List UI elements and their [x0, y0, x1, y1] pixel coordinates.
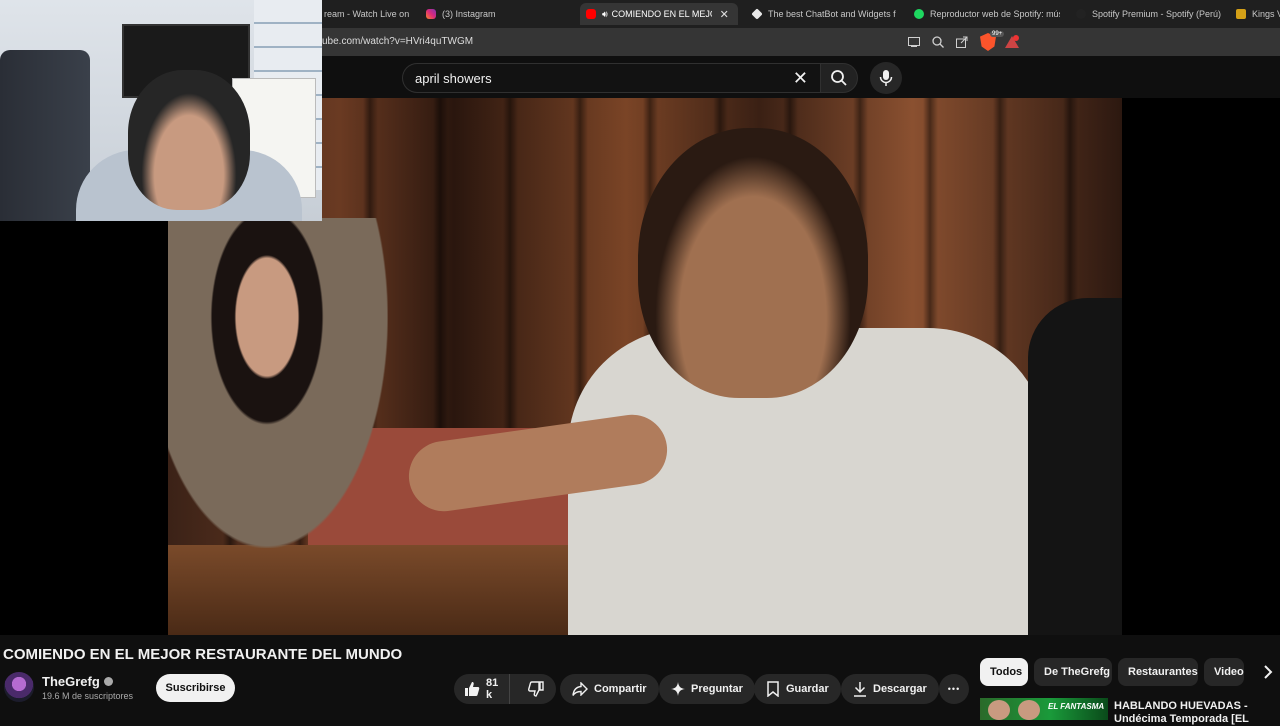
chip-videos[interactable]: Videos — [1204, 658, 1244, 686]
extension-badge: 99+ — [990, 31, 1005, 37]
address-bar-icons — [906, 34, 970, 50]
search-button[interactable] — [820, 63, 858, 93]
close-tab-icon[interactable]: ✕ — [720, 8, 729, 21]
channel-name-link[interactable]: TheGrefg — [42, 674, 113, 689]
url-text[interactable]: ube.com/watch?v=HVri4quTWGM — [322, 36, 473, 47]
tab-label: Reproductor web de Spotify: músi — [930, 9, 1060, 19]
tab-label: Spotify Premium - Spotify (Perú) — [1092, 9, 1222, 19]
tab-spotify-player[interactable]: Reproductor web de Spotify: músi — [908, 3, 1060, 25]
speaker-icon: 🔊︎ — [602, 8, 608, 19]
tab-chatbot[interactable]: The best ChatBot and Widgets for — [746, 3, 896, 25]
microphone-icon — [879, 70, 893, 86]
tab-label: ream - Watch Live on — [324, 9, 410, 19]
thumbnail-face — [988, 700, 1010, 720]
share-label: Compartir — [594, 683, 647, 695]
woman-figure — [168, 218, 388, 548]
crown-icon — [1236, 9, 1246, 19]
spotify-icon — [1076, 9, 1086, 19]
spotify-icon — [914, 9, 924, 19]
youtube-icon — [586, 9, 596, 19]
cast-icon[interactable] — [906, 34, 922, 50]
tab-label: The best ChatBot and Widgets for — [768, 9, 896, 19]
tab-label: (3) Instagram — [442, 9, 496, 19]
chevron-right-icon[interactable] — [1258, 660, 1278, 684]
search-icon — [831, 70, 847, 86]
video-title: COMIENDO EN EL MEJOR RESTAURANTE DEL MUN… — [3, 646, 403, 663]
webcam-overlay — [0, 0, 322, 221]
thumbs-down-icon — [528, 681, 544, 697]
more-icon: ••• — [947, 684, 961, 694]
share-icon — [572, 682, 588, 696]
share-button[interactable]: Compartir — [560, 674, 659, 704]
verified-icon — [103, 677, 113, 686]
streamer-head — [128, 70, 250, 210]
share-page-icon[interactable] — [954, 34, 970, 50]
thumbs-up-icon — [465, 682, 480, 696]
dislike-button[interactable] — [516, 674, 556, 704]
like-button[interactable]: 81 k — [454, 674, 510, 704]
thumbnail-face — [1018, 700, 1040, 720]
search-input[interactable]: april showers — [415, 71, 492, 86]
recommended-thumbnail[interactable]: EL FANTASMA — [980, 698, 1108, 720]
sparkle-icon — [671, 682, 685, 696]
save-button[interactable]: Guardar — [754, 674, 841, 704]
zoom-icon[interactable] — [930, 34, 946, 50]
download-button[interactable]: Descargar — [841, 674, 939, 704]
tab-kings[interactable]: Kings V — [1230, 3, 1280, 25]
search-box[interactable]: april showers ✕ — [402, 63, 820, 93]
save-label: Guardar — [786, 683, 829, 695]
related-chips: Todos De TheGrefg Restaurantes Videos — [980, 658, 1280, 686]
subscribe-button[interactable]: Suscribirse — [156, 674, 235, 702]
diamond-icon — [751, 8, 763, 20]
ask-button[interactable]: Preguntar — [659, 674, 755, 704]
more-actions-button[interactable]: ••• — [939, 674, 969, 704]
chip-todos[interactable]: Todos — [980, 658, 1028, 686]
recommended-title[interactable]: HABLANDO HUEVADAS - Undécima Temporada [… — [1114, 700, 1280, 726]
chip-restaurantes[interactable]: Restaurantes — [1118, 658, 1198, 686]
like-count: 81 k — [486, 677, 499, 701]
like-dislike-group: 81 k — [454, 674, 556, 704]
tab-instagram[interactable]: (3) Instagram — [420, 3, 570, 25]
clear-search-icon[interactable]: ✕ — [793, 68, 808, 89]
download-icon — [854, 682, 866, 697]
ask-label: Preguntar — [691, 683, 743, 695]
man-head — [638, 128, 868, 398]
tab-spotify-premium[interactable]: Spotify Premium - Spotify (Perú) — [1070, 3, 1222, 25]
channel-name: TheGrefg — [42, 674, 100, 689]
instagram-icon — [426, 9, 436, 19]
bookmark-icon — [767, 681, 779, 697]
brave-rewards-icon[interactable] — [1004, 34, 1020, 50]
person-dark-jacket — [1028, 298, 1122, 635]
subscriber-count: 19.6 M de suscriptores — [42, 691, 134, 701]
tab-label: Kings V — [1252, 9, 1280, 19]
tab-youtube-active[interactable]: 🔊︎ COMIENDO EN EL MEJOR R ✕ — [580, 3, 738, 25]
hanging-jacket — [0, 50, 90, 221]
channel-row: TheGrefg 19.6 M de suscriptores Suscribi… — [0, 670, 969, 710]
channel-avatar[interactable] — [4, 672, 34, 702]
tab-label: COMIENDO EN EL MEJOR R — [611, 9, 712, 19]
voice-search-button[interactable] — [870, 62, 902, 94]
download-label: Descargar — [873, 683, 927, 695]
tab-stream[interactable]: ream - Watch Live on — [318, 3, 412, 25]
thumbnail-text: EL FANTASMA — [1048, 702, 1105, 711]
chip-de-thegrefg[interactable]: De TheGrefg — [1034, 658, 1112, 686]
